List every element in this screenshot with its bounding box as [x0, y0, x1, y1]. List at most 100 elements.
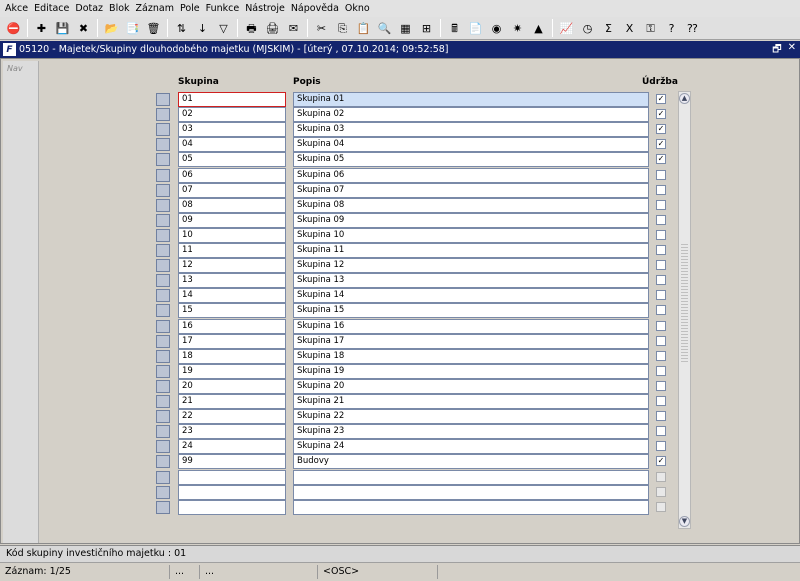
- menu-item-3[interactable]: Blok: [107, 3, 133, 14]
- code-field[interactable]: 11: [178, 243, 286, 258]
- search-icon[interactable]: 🔍: [375, 19, 394, 38]
- maintenance-checkbox[interactable]: [656, 471, 666, 482]
- star-icon[interactable]: ✷: [508, 19, 527, 38]
- menu-item-9[interactable]: Okno: [343, 3, 374, 14]
- code-field[interactable]: 01: [178, 92, 286, 107]
- chart-icon[interactable]: 📈: [557, 19, 576, 38]
- maintenance-checkbox[interactable]: [656, 260, 666, 271]
- row-selector[interactable]: [156, 168, 170, 182]
- menu-item-5[interactable]: Pole: [178, 3, 204, 14]
- duplicate-icon[interactable]: 📑: [123, 19, 142, 38]
- menu-item-7[interactable]: Nástroje: [243, 3, 289, 14]
- row-selector[interactable]: [156, 425, 170, 439]
- row-selector[interactable]: [156, 304, 170, 318]
- description-field[interactable]: Skupina 16: [293, 318, 649, 334]
- row-selector[interactable]: [156, 198, 170, 212]
- row-selector[interactable]: [156, 108, 170, 122]
- description-field[interactable]: Skupina 14: [293, 288, 649, 304]
- scroll-down-button[interactable]: ▼: [679, 516, 690, 527]
- maintenance-checkbox[interactable]: [656, 184, 666, 195]
- row-selector[interactable]: [156, 274, 170, 288]
- document-icon[interactable]: 📄: [466, 19, 485, 38]
- code-field[interactable]: 02: [178, 107, 286, 123]
- code-field[interactable]: 08: [178, 197, 286, 213]
- navigator-panel[interactable]: Nav: [3, 61, 39, 543]
- row-selector[interactable]: [156, 228, 170, 242]
- description-field[interactable]: Skupina 05: [293, 152, 649, 168]
- preview-icon[interactable]: 🖨: [263, 19, 282, 38]
- maintenance-checkbox[interactable]: [656, 290, 666, 301]
- row-selector[interactable]: [156, 183, 170, 197]
- maintenance-checkbox[interactable]: [656, 350, 666, 361]
- description-field[interactable]: Skupina 04: [293, 137, 649, 153]
- row-selector[interactable]: [156, 289, 170, 303]
- context-help-icon[interactable]: ⁇: [683, 19, 702, 38]
- row-selector[interactable]: [156, 500, 170, 514]
- maintenance-checkbox[interactable]: ✓: [656, 139, 666, 150]
- help-icon[interactable]: ?: [662, 19, 681, 38]
- row-selector[interactable]: [156, 470, 170, 484]
- excel-icon[interactable]: X: [620, 19, 639, 38]
- maintenance-checkbox[interactable]: ✓: [656, 124, 666, 135]
- maintenance-checkbox[interactable]: [656, 396, 666, 406]
- calculator-icon[interactable]: 🖩: [445, 19, 464, 38]
- menu-item-8[interactable]: Nápověda: [289, 3, 343, 14]
- description-field[interactable]: [293, 499, 649, 515]
- code-field[interactable]: 03: [178, 122, 286, 138]
- copy-icon[interactable]: ⎘: [333, 19, 352, 38]
- code-field[interactable]: 12: [178, 258, 286, 274]
- description-field[interactable]: Skupina 11: [293, 243, 649, 258]
- row-selector[interactable]: [156, 395, 170, 408]
- code-field[interactable]: [178, 499, 286, 515]
- code-field[interactable]: 07: [178, 182, 286, 198]
- maintenance-checkbox[interactable]: [656, 199, 666, 210]
- code-field[interactable]: 16: [178, 318, 286, 334]
- code-field[interactable]: [178, 484, 286, 500]
- row-selector[interactable]: [156, 153, 170, 167]
- vertical-scrollbar[interactable]: ▲ ▼: [678, 91, 691, 529]
- code-field[interactable]: 14: [178, 288, 286, 304]
- menu-item-6[interactable]: Funkce: [204, 3, 244, 14]
- maintenance-checkbox[interactable]: [656, 365, 666, 376]
- maintenance-checkbox[interactable]: [656, 229, 666, 240]
- row-selector[interactable]: [156, 244, 170, 257]
- row-selector[interactable]: [156, 440, 170, 454]
- description-field[interactable]: Skupina 21: [293, 394, 649, 409]
- tree-icon[interactable]: ⊞: [417, 19, 436, 38]
- code-field[interactable]: 13: [178, 273, 286, 289]
- clock-icon[interactable]: ◷: [578, 19, 597, 38]
- maintenance-checkbox[interactable]: [656, 411, 666, 422]
- menu-item-2[interactable]: Dotaz: [73, 3, 107, 14]
- code-field[interactable]: 15: [178, 303, 286, 319]
- cut-icon[interactable]: ✂: [312, 19, 331, 38]
- description-field[interactable]: Skupina 23: [293, 424, 649, 440]
- menu-item-0[interactable]: Akce: [3, 3, 32, 14]
- code-field[interactable]: 04: [178, 137, 286, 153]
- row-selector[interactable]: [156, 379, 170, 393]
- maintenance-checkbox[interactable]: ✓: [656, 154, 666, 165]
- description-field[interactable]: Skupina 18: [293, 348, 649, 364]
- code-field[interactable]: 22: [178, 409, 286, 425]
- maintenance-checkbox[interactable]: [656, 169, 666, 180]
- maintenance-checkbox[interactable]: [656, 380, 666, 391]
- code-field[interactable]: [178, 469, 286, 485]
- maintenance-checkbox[interactable]: [656, 245, 666, 255]
- code-field[interactable]: 21: [178, 394, 286, 409]
- maintenance-checkbox[interactable]: ✓: [656, 94, 666, 104]
- maintenance-checkbox[interactable]: [656, 335, 666, 346]
- description-field[interactable]: [293, 469, 649, 485]
- row-selector[interactable]: [156, 213, 170, 227]
- code-field[interactable]: 20: [178, 378, 286, 394]
- row-selector[interactable]: [156, 485, 170, 499]
- filter-icon[interactable]: ▽: [214, 19, 233, 38]
- code-field[interactable]: 05: [178, 152, 286, 168]
- row-selector[interactable]: [156, 123, 170, 137]
- sort-icon[interactable]: ⇅: [172, 19, 191, 38]
- scrollbar-thumb[interactable]: [681, 242, 688, 362]
- key-icon[interactable]: ⚿: [641, 19, 660, 38]
- description-field[interactable]: Skupina 08: [293, 197, 649, 213]
- maintenance-checkbox[interactable]: ✓: [656, 109, 666, 120]
- description-field[interactable]: Skupina 10: [293, 227, 649, 243]
- save-icon[interactable]: 💾: [53, 19, 72, 38]
- restore-window-icon[interactable]: 🗗: [772, 42, 781, 59]
